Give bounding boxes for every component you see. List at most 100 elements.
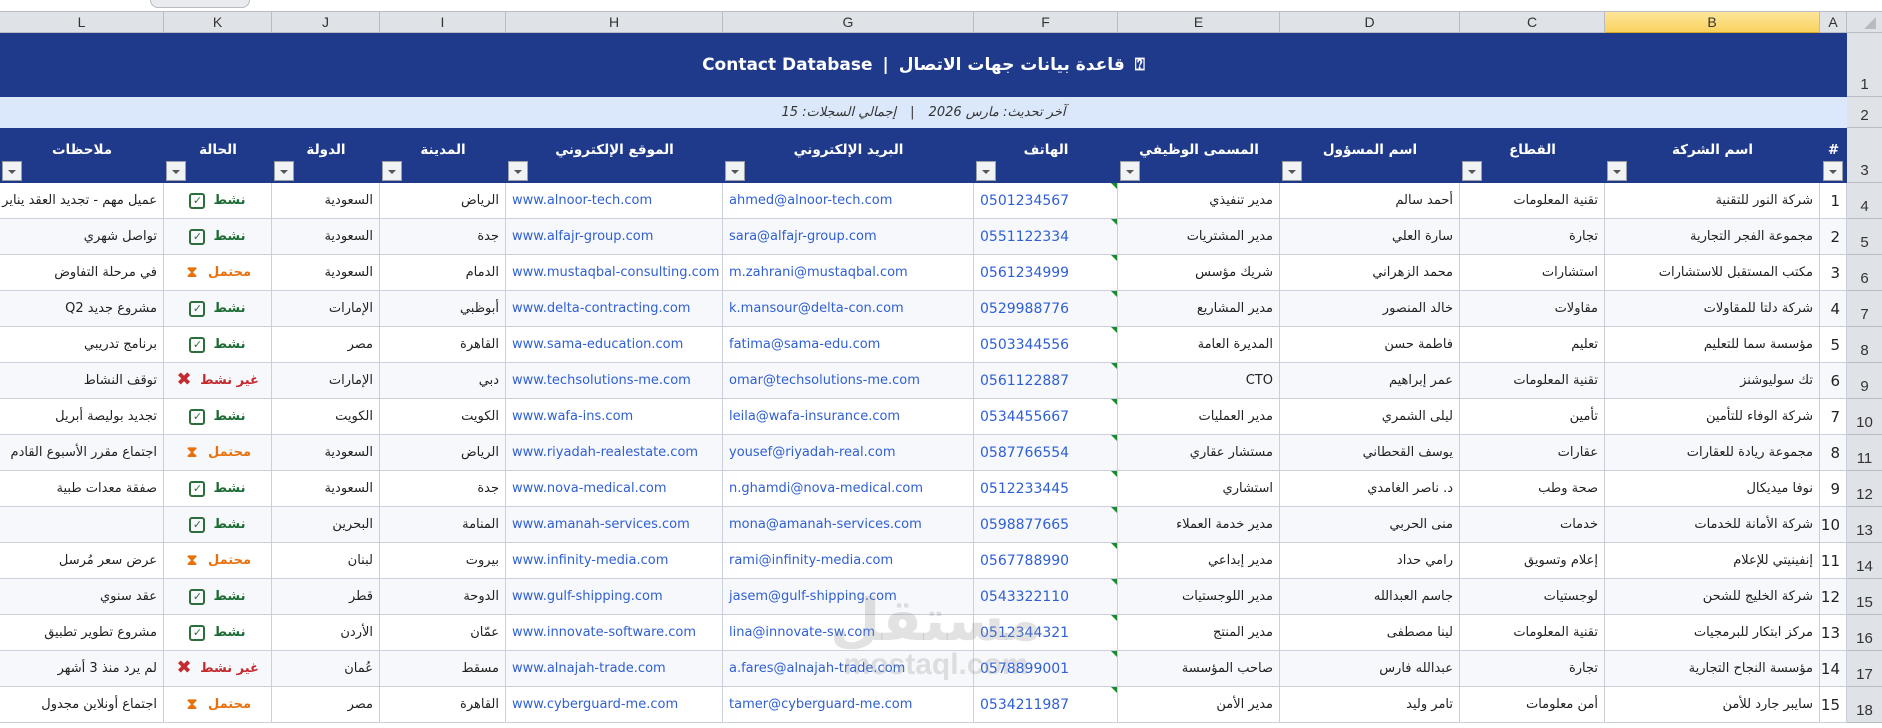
cell-sector[interactable]: إعلام وتسويق [1460, 543, 1605, 579]
cell-job[interactable]: مستشار عقاري [1118, 435, 1280, 471]
row-header[interactable]: 18 [1847, 687, 1882, 723]
cell-num[interactable]: 4 [1820, 291, 1847, 327]
cell-phone[interactable]: 0587766554 [974, 435, 1118, 471]
cell-num[interactable]: 6 [1820, 363, 1847, 399]
cell-country[interactable]: السعودية [272, 183, 380, 219]
cell-num[interactable]: 1 [1820, 183, 1847, 219]
cell-country[interactable]: السعودية [272, 219, 380, 255]
filter-dropdown-country[interactable] [274, 161, 294, 181]
cell-country[interactable]: مصر [272, 327, 380, 363]
cell-city[interactable]: مسقط [380, 651, 506, 687]
cell-contact[interactable]: منى الحربي [1280, 507, 1460, 543]
cell-city[interactable]: الدوحة [380, 579, 506, 615]
cell-country[interactable]: الأردن [272, 615, 380, 651]
cell-company[interactable]: تك سوليوشنز [1605, 363, 1820, 399]
email-link[interactable]: mona@amanah-services.com [723, 507, 974, 543]
row-header[interactable]: 12 [1847, 471, 1882, 507]
cell-phone[interactable]: 0578899001 [974, 651, 1118, 687]
cell-country[interactable]: السعودية [272, 471, 380, 507]
filter-dropdown-notes[interactable] [2, 161, 22, 181]
cell-notes[interactable]: تواصل شهري [0, 219, 164, 255]
cell-company[interactable]: شركة الوفاء للتأمين [1605, 399, 1820, 435]
cell-job[interactable]: CTO [1118, 363, 1280, 399]
website-link[interactable]: www.mustaqbal-consulting.com [506, 255, 723, 291]
cell-sector[interactable]: تقنية المعلومات [1460, 183, 1605, 219]
email-link[interactable]: sara@alfajr-group.com [723, 219, 974, 255]
cell-sector[interactable]: تقنية المعلومات [1460, 615, 1605, 651]
cell-country[interactable]: لبنان [272, 543, 380, 579]
cell-status[interactable]: محتمل ⧗ [164, 435, 272, 471]
cell-num[interactable]: 15 [1820, 687, 1847, 723]
website-link[interactable]: www.alfajr-group.com [506, 219, 723, 255]
email-link[interactable]: n.ghamdi@nova-medical.com [723, 471, 974, 507]
cell-company[interactable]: مجموعة ريادة للعقارات [1605, 435, 1820, 471]
cell-company[interactable]: شركة النور للتقنية [1605, 183, 1820, 219]
row-header[interactable]: 5 [1847, 219, 1882, 255]
column-header-g[interactable]: G [723, 12, 974, 33]
cell-status[interactable]: محتمل ⧗ [164, 687, 272, 723]
email-link[interactable]: yousef@riyadah-real.com [723, 435, 974, 471]
column-header-b[interactable]: B [1605, 12, 1820, 33]
website-link[interactable]: www.gulf-shipping.com [506, 579, 723, 615]
cell-company[interactable]: مجموعة الفجر التجارية [1605, 219, 1820, 255]
row-header[interactable]: 1 [1847, 33, 1882, 97]
column-header-c[interactable]: C [1460, 12, 1605, 33]
cell-notes[interactable]: في مرحلة التفاوض [0, 255, 164, 291]
cell-status[interactable]: نشط ✓ [164, 183, 272, 219]
cell-status[interactable]: نشط ✓ [164, 471, 272, 507]
filter-dropdown-status[interactable] [166, 161, 186, 181]
cell-notes[interactable]: توقف النشاط [0, 363, 164, 399]
select-all-corner[interactable] [1847, 12, 1882, 33]
row-header[interactable]: 17 [1847, 651, 1882, 687]
cell-city[interactable]: أبوظبي [380, 291, 506, 327]
email-link[interactable]: m.zahrani@mustaqbal.com [723, 255, 974, 291]
email-link[interactable]: omar@techsolutions-me.com [723, 363, 974, 399]
cell-phone[interactable]: 0501234567 [974, 183, 1118, 219]
cell-contact[interactable]: أحمد سالم [1280, 183, 1460, 219]
cell-notes[interactable]: اجتماع أونلاين مجدول [0, 687, 164, 723]
sheet-title[interactable]: Contact Database | قاعدة بيانات جهات الا… [0, 33, 1847, 97]
cell-sector[interactable]: تقنية المعلومات [1460, 363, 1605, 399]
cell-city[interactable]: القاهرة [380, 687, 506, 723]
row-header[interactable]: 8 [1847, 327, 1882, 363]
cell-phone[interactable]: 0534455667 [974, 399, 1118, 435]
cell-contact[interactable]: جاسم العبدالله [1280, 579, 1460, 615]
website-link[interactable]: www.sama-education.com [506, 327, 723, 363]
website-link[interactable]: www.alnajah-trade.com [506, 651, 723, 687]
cell-job[interactable]: مدير الأمن [1118, 687, 1280, 723]
cell-contact[interactable]: ليلى الشمري [1280, 399, 1460, 435]
cell-phone[interactable]: 0503344556 [974, 327, 1118, 363]
filter-dropdown-company[interactable] [1607, 161, 1627, 181]
cell-company[interactable]: مؤسسة سما للتعليم [1605, 327, 1820, 363]
cell-sector[interactable]: عقارات [1460, 435, 1605, 471]
sheet-scroll-tab[interactable] [150, 0, 250, 8]
cell-sector[interactable]: خدمات [1460, 507, 1605, 543]
website-link[interactable]: www.alnoor-tech.com [506, 183, 723, 219]
cell-status[interactable]: نشط ✓ [164, 615, 272, 651]
filter-dropdown-num[interactable] [1823, 161, 1843, 181]
cell-num[interactable]: 2 [1820, 219, 1847, 255]
cell-phone[interactable]: 0512233445 [974, 471, 1118, 507]
cell-contact[interactable]: سارة العلي [1280, 219, 1460, 255]
cell-company[interactable]: نوفا ميديكال [1605, 471, 1820, 507]
cell-status[interactable]: غير نشط ✖ [164, 363, 272, 399]
filter-dropdown-contact[interactable] [1282, 161, 1302, 181]
cell-notes[interactable] [0, 507, 164, 543]
cell-job[interactable]: مدير خدمة العملاء [1118, 507, 1280, 543]
row-header[interactable]: 10 [1847, 399, 1882, 435]
cell-num[interactable]: 10 [1820, 507, 1847, 543]
email-link[interactable]: ahmed@alnoor-tech.com [723, 183, 974, 219]
cell-city[interactable]: دبي [380, 363, 506, 399]
cell-sector[interactable]: لوجستيات [1460, 579, 1605, 615]
website-link[interactable]: www.infinity-media.com [506, 543, 723, 579]
cell-notes[interactable]: مشروع تطوير تطبيق [0, 615, 164, 651]
cell-city[interactable]: الرياض [380, 183, 506, 219]
cell-country[interactable]: الإمارات [272, 291, 380, 327]
filter-dropdown-sector[interactable] [1462, 161, 1482, 181]
cell-phone[interactable]: 0561234999 [974, 255, 1118, 291]
cell-phone[interactable]: 0543322110 [974, 579, 1118, 615]
column-header-h[interactable]: H [506, 12, 723, 33]
row-header[interactable]: 16 [1847, 615, 1882, 651]
column-header-e[interactable]: E [1118, 12, 1280, 33]
cell-city[interactable]: الرياض [380, 435, 506, 471]
